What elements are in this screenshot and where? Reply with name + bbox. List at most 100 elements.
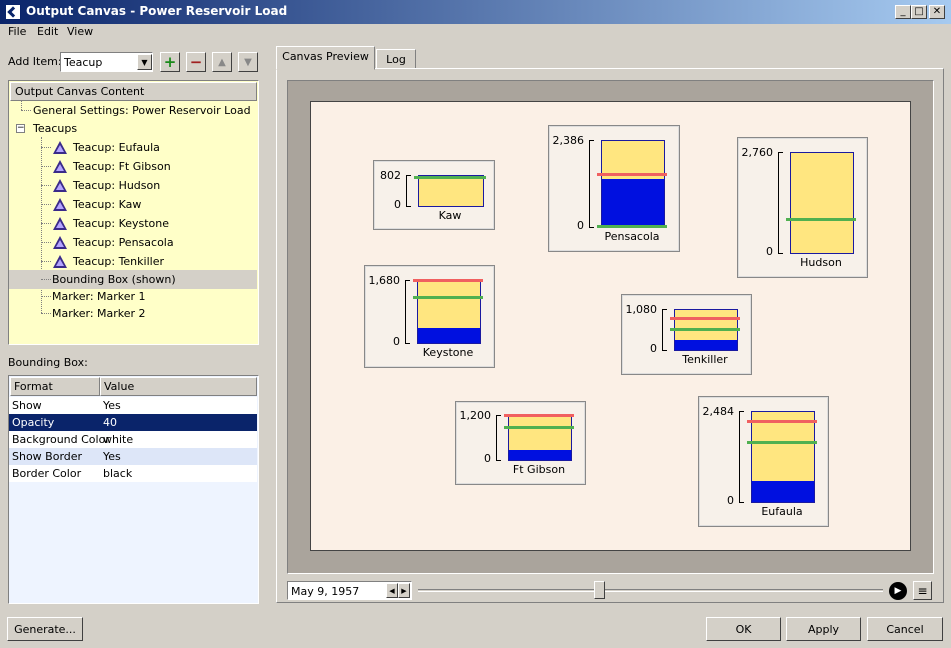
- tree-item-label: Marker: Marker 2: [52, 307, 146, 320]
- col-value-header[interactable]: Value: [100, 377, 257, 396]
- tree-item-general-settings[interactable]: General Settings: Power Reservoir Load: [9, 101, 257, 120]
- cup-max-label: 1,080: [625, 303, 658, 316]
- cup-zero-label: 0: [393, 335, 400, 348]
- add-item-button[interactable]: +: [160, 52, 180, 72]
- table-row-selected[interactable]: Opacity 40: [9, 414, 257, 431]
- col-format-header[interactable]: Format: [10, 377, 100, 396]
- teacup-hudson[interactable]: 2,760 0 Hudson: [737, 137, 868, 278]
- tree-item-teacup[interactable]: Teacup: Kaw: [9, 195, 257, 214]
- date-next-icon[interactable]: ▶: [398, 583, 410, 598]
- move-up-button[interactable]: ▲: [212, 52, 232, 72]
- move-down-button[interactable]: ▼: [238, 52, 258, 72]
- menu-file[interactable]: File: [8, 25, 26, 38]
- cup-max-label: 802: [380, 169, 401, 182]
- teacup-keystone[interactable]: 1,680 0 Keystone: [364, 265, 495, 368]
- add-item-label: Add Item:: [8, 55, 62, 68]
- time-slider-thumb[interactable]: [594, 581, 606, 599]
- canvas-frame: 802 0 Kaw 2,386 0 Pensacola 2,760 0 Hudson 1,680 0…: [287, 80, 934, 574]
- tree-line: [41, 296, 51, 297]
- table-row[interactable]: Show Border Yes: [9, 448, 257, 465]
- tree-item-label: Teacups: [33, 122, 78, 135]
- cup-red-line: [597, 172, 667, 176]
- cancel-button[interactable]: Cancel: [867, 617, 943, 641]
- tree-item-teacup[interactable]: Teacup: Eufaula: [9, 138, 257, 157]
- tree-item-label: Teacup: Kaw: [73, 198, 142, 211]
- cup-zero-label: 0: [766, 245, 773, 258]
- menu-edit[interactable]: Edit: [37, 25, 58, 38]
- tree-item-label: Teacup: Pensacola: [73, 236, 174, 249]
- teacup-icon: [53, 217, 67, 230]
- minimize-button[interactable]: _: [895, 5, 911, 19]
- cup-axis: [589, 140, 594, 228]
- cup-max-label: 1,680: [368, 274, 401, 287]
- teacup-ft-gibson[interactable]: 1,200 0 Ft Gibson: [455, 401, 586, 485]
- cup-red-line: [504, 414, 574, 417]
- close-button[interactable]: ✕: [929, 5, 945, 19]
- ok-button[interactable]: OK: [706, 617, 781, 641]
- table-row[interactable]: Border Color black: [9, 465, 257, 482]
- teacup-icon: [53, 141, 67, 154]
- maximize-button[interactable]: □: [911, 5, 927, 19]
- row-format: Show: [12, 399, 42, 412]
- cup-fill: [418, 328, 480, 343]
- cup-axis: [739, 411, 744, 503]
- add-item-select[interactable]: Teacup ▼: [60, 52, 153, 72]
- cup-zero-label: 0: [650, 342, 657, 355]
- play-button[interactable]: ▶: [889, 582, 907, 600]
- cup-name-label: Eufaula: [761, 505, 803, 518]
- cup-red-line: [670, 317, 740, 321]
- menu-bar: File Edit View: [0, 24, 951, 42]
- cup-fill: [675, 339, 737, 350]
- teacup-icon: [53, 198, 67, 211]
- cup-body: [751, 411, 815, 503]
- row-value: white: [103, 433, 134, 446]
- teacup-eufaula[interactable]: 2,484 0 Eufaula: [698, 396, 829, 527]
- tree-line: [41, 223, 51, 224]
- remove-item-button[interactable]: −: [186, 52, 206, 72]
- collapse-icon[interactable]: −: [16, 124, 25, 133]
- tree-body: General Settings: Power Reservoir Load −…: [9, 101, 258, 344]
- tree-item-teacup[interactable]: Teacup: Pensacola: [9, 233, 257, 252]
- cup-zero-label: 0: [394, 198, 401, 211]
- dropdown-arrow-icon[interactable]: ▼: [137, 54, 152, 70]
- teacup-tenkiller[interactable]: 1,080 0 Tenkiller: [621, 294, 752, 375]
- tree-item-teacup[interactable]: Teacup: Hudson: [9, 176, 257, 195]
- cup-green-line: [786, 218, 856, 221]
- tree-line: [41, 279, 51, 280]
- teacup-icon: [53, 160, 67, 173]
- cup-name-label: Hudson: [800, 256, 842, 269]
- table-row[interactable]: Show Yes: [9, 397, 257, 414]
- cup-axis: [496, 415, 501, 461]
- menu-view[interactable]: View: [67, 25, 93, 38]
- cup-zero-label: 0: [727, 494, 734, 507]
- tree-item-teacup[interactable]: Teacup: Tenkiller: [9, 252, 257, 271]
- tree-item-teacups[interactable]: − Teacups: [9, 119, 257, 138]
- tab-log[interactable]: Log: [376, 49, 416, 69]
- cup-axis: [405, 280, 410, 344]
- tree-line: [41, 166, 51, 167]
- date-field[interactable]: May 9, 1957 ◀ ▶: [287, 581, 412, 600]
- time-slider-track[interactable]: [418, 589, 883, 592]
- cup-name-label: Tenkiller: [682, 353, 728, 366]
- cup-fill: [509, 450, 571, 460]
- bounding-box-table: Format Value Show Yes Opacity 40 Backgro…: [8, 375, 259, 604]
- tree-line: [41, 204, 51, 205]
- list-view-icon[interactable]: ≡: [913, 581, 932, 600]
- apply-button[interactable]: Apply: [786, 617, 861, 641]
- cup-green-line: [504, 426, 574, 430]
- tree-item-teacup[interactable]: Teacup: Keystone: [9, 214, 257, 233]
- date-prev-icon[interactable]: ◀: [386, 583, 398, 598]
- teacup-pensacola[interactable]: 2,386 0 Pensacola: [548, 125, 680, 252]
- tree-line: [41, 242, 51, 243]
- tree-item-teacup[interactable]: Teacup: Ft Gibson: [9, 157, 257, 176]
- cup-zero-label: 0: [577, 219, 584, 232]
- cup-name-label: Keystone: [422, 346, 474, 359]
- tab-canvas-preview[interactable]: Canvas Preview: [276, 46, 375, 70]
- row-format: Show Border: [12, 450, 83, 463]
- window-title: Output Canvas - Power Reservoir Load: [26, 4, 288, 18]
- cup-body: [790, 152, 854, 254]
- table-row[interactable]: Background Color white: [9, 431, 257, 448]
- tree-item-marker[interactable]: Marker: Marker 2: [9, 304, 257, 323]
- teacup-kaw[interactable]: 802 0 Kaw: [373, 160, 495, 230]
- generate-button[interactable]: Generate...: [7, 617, 83, 641]
